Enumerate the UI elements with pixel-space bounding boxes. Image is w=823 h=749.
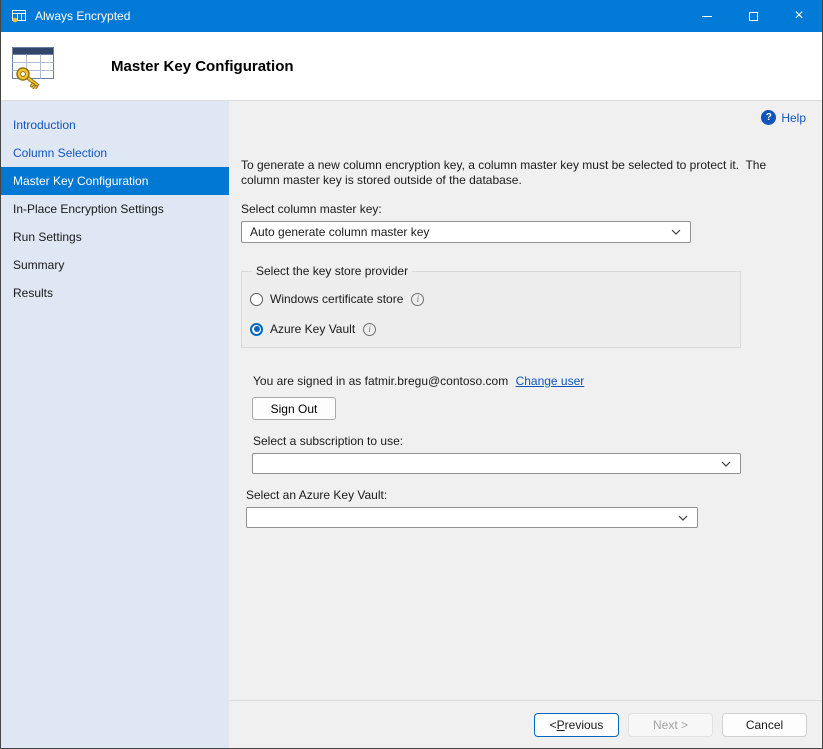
info-icon[interactable]: i [411,293,424,306]
minimize-button[interactable] [684,0,730,32]
titlebar: Always Encrypted × [1,0,822,32]
key-store-provider-group: Select the key store provider Windows ce… [241,264,741,348]
master-key-label: Select column master key: [241,202,822,216]
close-button[interactable]: × [776,0,822,32]
sidebar-item-summary[interactable]: Summary [1,251,229,279]
cancel-button[interactable]: Cancel [722,713,807,737]
key-store-provider-group-title: Select the key store provider [252,264,412,278]
radio-azure-key-vault[interactable]: Azure Key Vault i [250,322,740,336]
window-controls: × [684,0,822,32]
master-key-dropdown[interactable]: Auto generate column master key [241,221,691,243]
sidebar-item-in-place-encryption-settings[interactable]: In-Place Encryption Settings [1,195,229,223]
wizard-header: Master Key Configuration [1,32,822,101]
vault-label: Select an Azure Key Vault: [246,488,822,502]
page-title: Master Key Configuration [111,58,294,75]
change-user-link[interactable]: Change user [516,374,585,388]
chevron-down-icon [678,515,688,521]
sign-out-button[interactable]: Sign Out [252,397,336,420]
chevron-down-icon [721,461,731,467]
intro-text: To generate a new column encryption key,… [241,101,793,188]
radio-azure-key-vault-label: Azure Key Vault [270,322,355,336]
radio-windows-certificate-store-label: Windows certificate store [270,292,403,306]
help-label: Help [781,111,806,125]
subscription-label: Select a subscription to use: [253,434,822,448]
app-icon [11,8,27,24]
subscription-dropdown[interactable] [252,453,741,474]
window-title: Always Encrypted [35,9,130,23]
info-icon[interactable]: i [363,323,376,336]
sidebar-item-run-settings[interactable]: Run Settings [1,223,229,251]
sidebar-item-column-selection[interactable]: Column Selection [1,139,229,167]
previous-button[interactable]: < Previous [534,713,619,737]
signin-status: You are signed in as fatmir.bregu@contos… [253,374,822,388]
always-encrypted-window: Always Encrypted × Master Key Co [0,0,823,749]
sidebar-item-introduction[interactable]: Introduction [1,111,229,139]
radio-checked-icon [250,323,263,336]
sidebar-item-results[interactable]: Results [1,279,229,307]
minimize-icon [702,16,712,17]
wizard-footer: < Previous Next > Cancel [229,700,822,748]
maximize-button[interactable] [730,0,776,32]
wizard-steps-sidebar: Introduction Column Selection Master Key… [1,101,229,748]
vault-dropdown[interactable] [246,507,698,528]
close-icon: × [794,8,803,24]
master-key-configuration-page: ? Help To generate a new column encrypti… [229,101,822,700]
radio-windows-certificate-store[interactable]: Windows certificate store i [250,292,740,306]
radio-unchecked-icon [250,293,263,306]
sidebar-item-master-key-configuration[interactable]: Master Key Configuration [1,167,229,195]
help-button[interactable]: ? Help [761,110,806,125]
chevron-down-icon [671,229,681,235]
signin-text: You are signed in as fatmir.bregu@contos… [253,374,508,388]
help-icon: ? [761,110,776,125]
next-button[interactable]: Next > [628,713,713,737]
encrypted-table-key-icon [9,41,57,92]
master-key-dropdown-value: Auto generate column master key [250,225,429,239]
maximize-icon [749,12,758,21]
